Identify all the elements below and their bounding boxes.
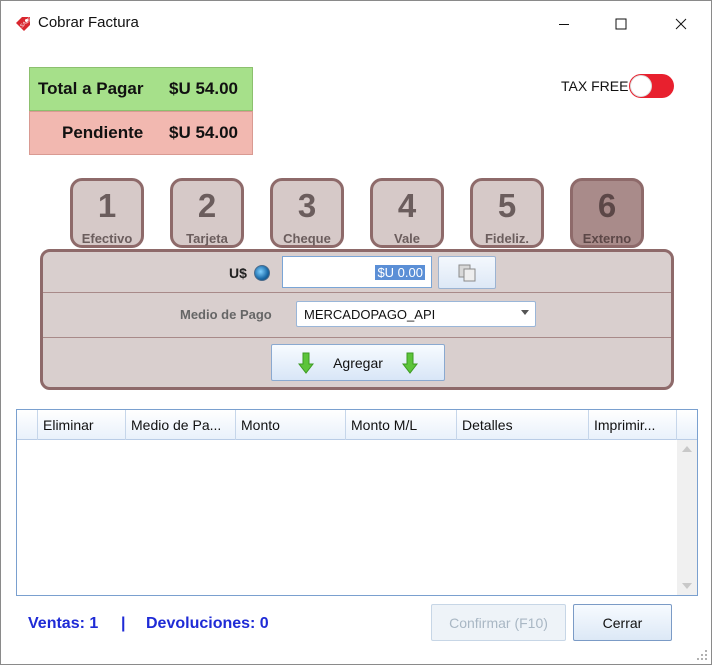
add-payment-label: Agregar xyxy=(333,355,383,371)
chevron-down-icon xyxy=(521,310,529,315)
tab-label: Tarjeta xyxy=(186,231,228,246)
minimize-button[interactable] xyxy=(541,9,587,39)
column-header-monto-ml[interactable]: Monto M/L xyxy=(345,410,456,440)
copy-icon xyxy=(458,264,476,281)
payment-method-value: MERCADOPAGO_API xyxy=(304,307,436,322)
confirm-button[interactable]: Confirmar (F10) xyxy=(431,604,566,641)
payment-method-label: Medio de Pago xyxy=(180,307,272,322)
column-header-medio-de-pago[interactable]: Medio de Pa... xyxy=(125,410,235,440)
total-to-pay-value: $U 54.00 xyxy=(169,79,238,98)
window-title: Cobrar Factura xyxy=(38,14,139,31)
returns-count: Devoluciones: 0 xyxy=(146,615,269,632)
maximize-button[interactable] xyxy=(598,9,644,39)
tab-fideliz[interactable]: 5 Fideliz. xyxy=(470,178,544,248)
close-icon xyxy=(675,18,687,30)
currency-label: U$ xyxy=(229,265,247,281)
divider xyxy=(43,292,671,293)
amount-value: $U 0.00 xyxy=(375,265,425,280)
tab-label: Vale xyxy=(393,231,421,246)
tab-number: 3 xyxy=(297,187,317,224)
grid-header: Eliminar Medio de Pa... Monto Monto M/L … xyxy=(17,410,697,440)
currency-radio[interactable] xyxy=(254,265,270,281)
divider xyxy=(43,337,671,338)
status-separator: | xyxy=(121,615,126,632)
column-header-imprimir[interactable]: Imprimir... xyxy=(588,410,676,440)
tab-label: Efectivo xyxy=(81,231,133,246)
tab-tarjeta[interactable]: 2 Tarjeta xyxy=(170,178,244,248)
tab-number: 6 xyxy=(597,187,617,224)
sales-count: Ventas: 1 xyxy=(28,615,99,632)
copy-amount-button[interactable] xyxy=(438,256,496,289)
tab-number: 2 xyxy=(197,187,217,224)
tab-label: Cheque xyxy=(283,231,331,246)
minimize-icon xyxy=(559,24,569,25)
pending-value: $U 54.00 xyxy=(169,123,238,142)
column-header-eliminar[interactable]: Eliminar xyxy=(37,410,125,440)
tab-cheque[interactable]: 3 Cheque xyxy=(270,178,344,248)
sale-tag-icon: SALE xyxy=(14,15,33,33)
tab-number: 1 xyxy=(97,187,117,224)
payment-method-select[interactable]: MERCADOPAGO_API xyxy=(296,301,536,327)
arrow-down-icon xyxy=(401,352,419,379)
tab-label: Fideliz. xyxy=(484,231,530,246)
resize-grip-icon[interactable] xyxy=(696,649,708,661)
pending-box: Pendiente $U 54.00 xyxy=(29,111,253,155)
tab-vale[interactable]: 4 Vale xyxy=(370,178,444,248)
payments-grid: Eliminar Medio de Pa... Monto Monto M/L … xyxy=(16,409,698,596)
title-bar: SALE Cobrar Factura xyxy=(1,1,711,45)
payment-panel: U$ $U 0.00 Medio de Pago MERCADOPAGO_API… xyxy=(40,249,674,390)
row-selector-header xyxy=(17,410,37,440)
column-header-monto[interactable]: Monto xyxy=(235,410,345,440)
column-header-detalles[interactable]: Detalles xyxy=(456,410,588,440)
tab-externo[interactable]: 6 Externo xyxy=(570,178,644,248)
total-to-pay-label: Total a Pagar xyxy=(38,79,144,98)
add-payment-button[interactable]: Agregar xyxy=(271,344,445,381)
scroll-up-icon[interactable] xyxy=(682,446,692,452)
column-header-filler xyxy=(676,410,697,440)
tab-efectivo[interactable]: 1 Efectivo xyxy=(70,178,144,248)
tab-number: 4 xyxy=(397,187,417,224)
cobrar-factura-window: SALE Cobrar Factura Total a Pagar $U 54.… xyxy=(0,0,712,665)
amount-input[interactable]: $U 0.00 xyxy=(282,256,432,288)
maximize-icon xyxy=(615,18,627,30)
tab-number: 5 xyxy=(497,187,517,224)
vertical-scrollbar[interactable] xyxy=(677,440,697,595)
tax-free-label: TAX FREE xyxy=(561,78,629,94)
scroll-down-icon[interactable] xyxy=(682,583,692,589)
pending-label: Pendiente xyxy=(62,123,144,142)
tab-label: Externo xyxy=(582,231,632,246)
total-to-pay-box: Total a Pagar $U 54.00 xyxy=(29,67,253,111)
toggle-knob xyxy=(630,75,652,97)
tax-free-toggle[interactable] xyxy=(629,74,674,98)
close-window-button[interactable] xyxy=(658,9,704,39)
close-button[interactable]: Cerrar xyxy=(573,604,672,641)
